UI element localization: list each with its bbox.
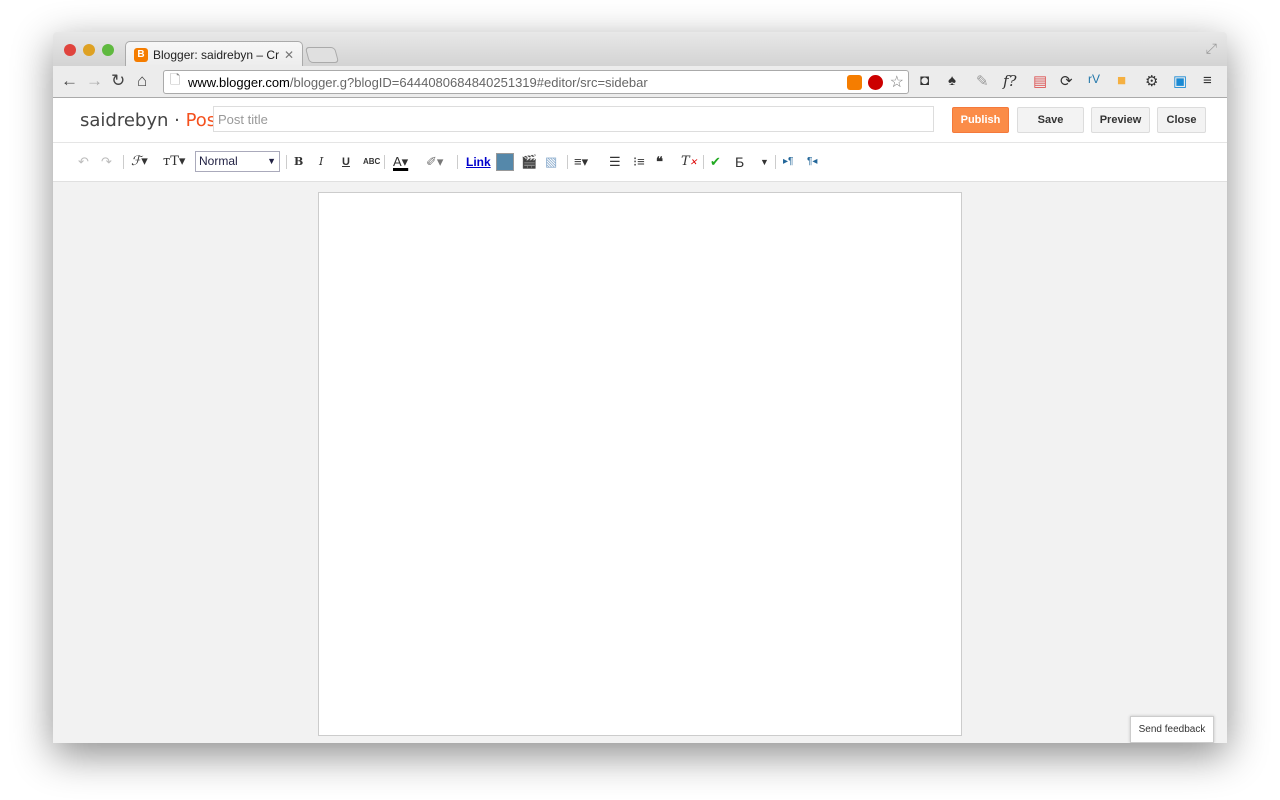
redo-icon[interactable]: ↷ [101,153,112,171]
quote-icon[interactable]: ❝ [656,153,663,171]
highlight-color-icon[interactable]: ✐▾ [426,153,443,171]
block-ext-icon[interactable] [868,74,883,90]
format-select[interactable]: Normal ▼ [195,151,280,172]
sync-icon[interactable]: ⟳ [1060,72,1073,90]
send-feedback-button[interactable]: Send feedback [1130,716,1214,743]
strikethrough-icon[interactable]: ABC [363,153,380,171]
post-title-input[interactable] [213,106,934,132]
font-size-icon[interactable]: тT▾ [163,153,185,171]
browser-tab[interactable]: B Blogger: saidrebyn – Create ✕ [125,41,303,67]
blogger-icon: B [134,47,148,62]
separator: · [168,110,186,131]
save-button[interactable]: Save [1017,107,1084,133]
screenshot-icon[interactable]: ▣ [1173,72,1187,90]
forward-icon[interactable]: → [86,71,103,91]
publish-button[interactable]: Publish [952,107,1009,133]
bookmark-star-icon[interactable]: ☆ [890,72,904,92]
text-color-icon[interactable]: A▾ [393,153,408,171]
close-tab-icon[interactable]: ✕ [284,48,294,62]
bold-icon[interactable]: B [294,153,303,171]
whatfont-icon[interactable]: f? [1003,72,1017,90]
maximize-window-button[interactable] [102,44,114,56]
undo-icon[interactable]: ↶ [78,153,89,171]
page-icon: 🗋 [170,72,181,87]
font-family-icon[interactable]: ℱ▾ [131,153,148,171]
minimize-window-button[interactable] [83,44,95,56]
editor-toolbar: ↶ ↷ ℱ▾ тT▾ Normal ▼ B I U ABC A▾ ✐▾ Link … [53,143,1227,182]
menu-icon[interactable]: ≡ [1203,72,1212,89]
input-tools-dropdown-icon[interactable]: ▼ [760,153,769,171]
italic-icon[interactable]: I [319,153,323,171]
preview-button[interactable]: Preview [1091,107,1150,133]
insert-jump-break-icon[interactable]: ▧ [545,153,557,171]
pocket-icon[interactable]: ◘ [920,72,929,89]
bulleted-list-icon[interactable]: ⁝≡ [633,153,645,171]
spellcheck-icon[interactable]: ✔ [710,153,721,171]
eyedropper-icon[interactable]: ✎ [976,72,989,90]
ltr-icon[interactable]: ▸¶ [783,153,793,171]
close-window-button[interactable] [64,44,76,56]
back-icon[interactable]: ← [61,71,78,91]
align-icon[interactable]: ≡▾ [574,153,588,171]
gear-icon[interactable]: ⚙ [1145,72,1158,90]
page-title: saidrebyn · Post [80,110,223,131]
blogger-ext-icon[interactable] [847,74,862,90]
home-icon[interactable]: ⌂ [137,71,147,91]
address-bar[interactable]: 🗋 www.blogger.com/blogger.g?blogID=64440… [163,70,909,94]
link-button[interactable]: Link [466,153,491,171]
insert-image-icon[interactable] [496,153,514,171]
fullscreen-icon[interactable]: ⤢ [1206,40,1217,57]
nav-bar: ← → ↻ ⌂ 🗋 www.blogger.com/blogger.g?blog… [53,66,1227,98]
post-body-editor[interactable] [318,192,962,736]
remove-formatting-icon[interactable]: T✕ [681,153,697,171]
new-tab-button[interactable] [304,47,340,63]
numbered-list-icon[interactable]: ☰ [609,153,621,171]
browser-window: B Blogger: saidrebyn – Create ✕ ⤢ ← → ↻ … [53,32,1227,743]
close-button[interactable]: Close [1157,107,1206,133]
rv-icon[interactable]: rV [1088,72,1100,86]
blog-name-link[interactable]: saidrebyn [80,110,168,131]
insert-video-icon[interactable]: 🎬 [521,153,537,171]
box-icon[interactable]: ■ [1117,72,1126,89]
underline-icon[interactable]: U [342,153,350,171]
rtl-icon[interactable]: ¶◂ [807,153,817,171]
editor-header: saidrebyn · Post Publish Save Preview Cl… [53,98,1227,143]
input-tools-icon[interactable]: Б [735,153,744,171]
reload-icon[interactable]: ↻ [111,71,125,91]
title-bar: B Blogger: saidrebyn – Create ✕ ⤢ [53,32,1227,67]
calendar-icon[interactable]: ▤ [1033,72,1047,90]
lamp-icon[interactable]: ♠ [948,72,956,89]
